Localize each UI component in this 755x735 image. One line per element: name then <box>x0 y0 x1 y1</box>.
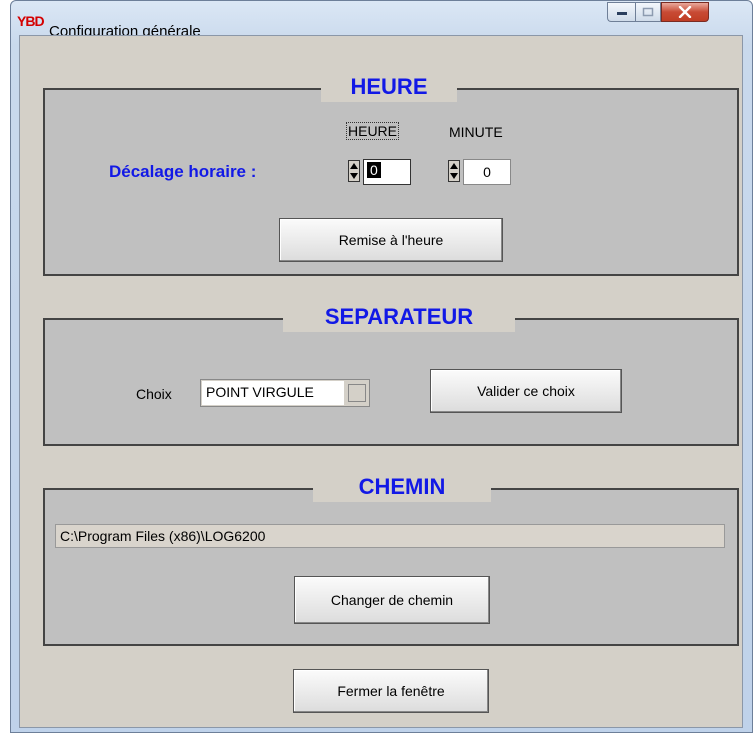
change-path-button[interactable]: Changer de chemin <box>294 576 490 624</box>
reset-time-button[interactable]: Remise à l'heure <box>279 218 503 262</box>
chemin-legend: CHEMIN <box>313 472 491 502</box>
close-icon <box>678 6 692 18</box>
separateur-group: SEPARATEUR Choix POINT VIRGULE Valider c… <box>43 302 739 446</box>
separateur-legend: SEPARATEUR <box>283 302 515 332</box>
close-button[interactable] <box>661 2 709 22</box>
separator-value: POINT VIRGULE <box>202 381 344 405</box>
hour-input[interactable]: 0 <box>363 159 411 185</box>
chemin-group: CHEMIN C:\Program Files (x86)\LOG6200 Ch… <box>43 472 739 646</box>
offset-label: Décalage horaire : <box>109 162 257 181</box>
minimize-icon <box>616 12 627 15</box>
hour-header: HEURE <box>346 122 400 140</box>
dialog-window: YBD Configuration générale HEURE HEURE M… <box>10 0 753 733</box>
minute-spinner[interactable] <box>448 160 460 182</box>
path-field: C:\Program Files (x86)\LOG6200 <box>55 524 725 548</box>
hour-spinner[interactable] <box>348 160 360 182</box>
app-icon: YBD <box>17 13 45 29</box>
title-bar[interactable]: YBD Configuration générale <box>11 1 752 40</box>
heure-group: HEURE HEURE MINUTE Décalage horaire : 0 … <box>43 72 739 276</box>
maximize-button[interactable] <box>635 2 661 22</box>
dropdown-arrow-icon[interactable] <box>348 384 366 402</box>
minimize-button[interactable] <box>607 2 635 22</box>
separator-select[interactable]: POINT VIRGULE <box>200 379 370 407</box>
minute-input[interactable]: 0 <box>463 159 511 185</box>
validate-choice-button[interactable]: Valider ce choix <box>430 369 622 413</box>
hour-value: 0 <box>367 162 381 178</box>
close-window-button[interactable]: Fermer la fenêtre <box>293 669 489 713</box>
heure-legend: HEURE <box>321 72 457 102</box>
maximize-icon <box>642 7 654 17</box>
choice-label: Choix <box>136 386 172 402</box>
minute-header: MINUTE <box>449 124 503 140</box>
dialog-client-area: HEURE HEURE MINUTE Décalage horaire : 0 … <box>19 35 743 728</box>
minute-value: 0 <box>483 164 491 180</box>
